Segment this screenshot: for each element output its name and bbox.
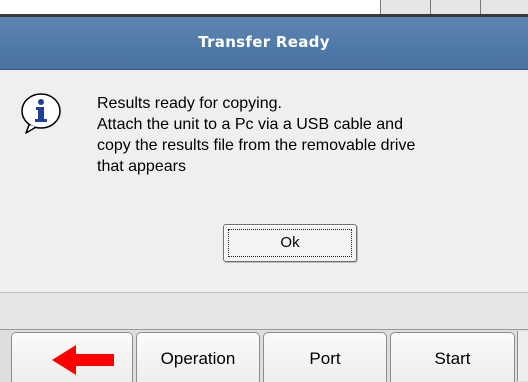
message-line: Attach the unit to a Pc via a USB cable … [97, 116, 403, 133]
ok-button-label: Ok [280, 234, 300, 251]
toolbar-edge [517, 331, 528, 381]
info-icon [21, 93, 61, 134]
dialog-title: Transfer Ready [198, 33, 330, 51]
port-button[interactable]: Port [263, 332, 387, 382]
dialog-titlebar: Transfer Ready [0, 17, 528, 70]
message-line: copy the results file from the removable… [97, 137, 416, 154]
dialog-message: Results ready for copying. Attach the un… [97, 93, 528, 177]
port-button-label: Port [309, 349, 341, 368]
status-strip [0, 293, 528, 329]
bottom-toolbar: Operation Port Start [0, 329, 528, 382]
back-button[interactable] [11, 332, 133, 382]
message-line: that appears [97, 158, 186, 175]
start-button-label: Start [434, 349, 471, 368]
operation-button-label: Operation [160, 349, 236, 368]
start-button[interactable]: Start [390, 332, 515, 382]
message-line: Results ready for copying. [97, 95, 282, 112]
operation-button[interactable]: Operation [136, 332, 260, 382]
red-left-arrow-icon [52, 345, 114, 375]
ok-button[interactable]: Ok [223, 224, 357, 262]
